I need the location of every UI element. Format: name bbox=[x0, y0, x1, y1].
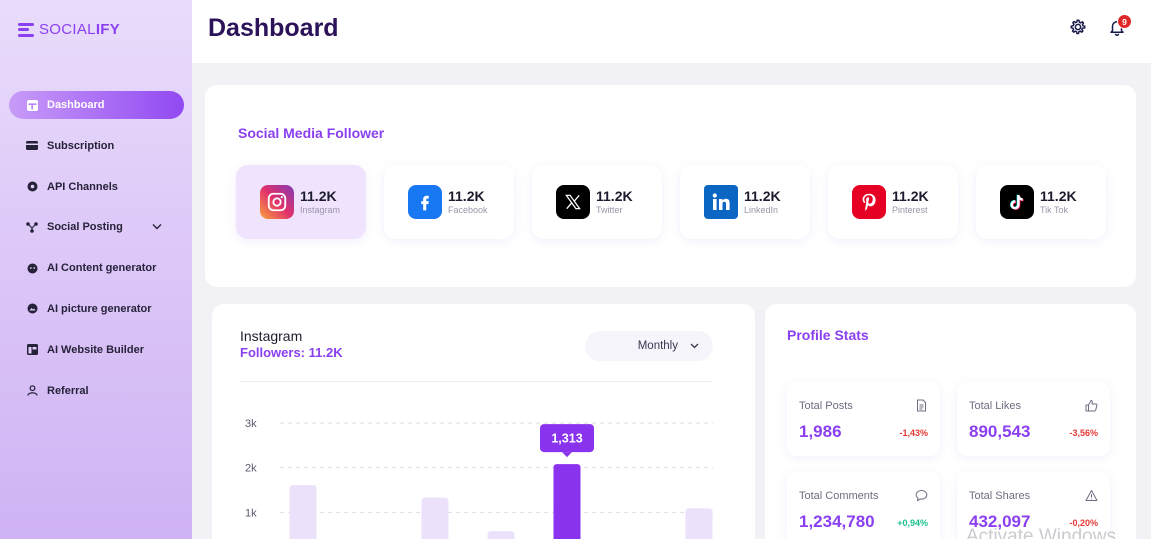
channel-icon bbox=[26, 181, 38, 193]
stat-label: Total Likes bbox=[969, 400, 1021, 412]
sidebar-item-label: AI Content generator bbox=[47, 262, 157, 275]
page-title: Dashboard bbox=[208, 14, 339, 42]
thumbs-up-icon bbox=[1085, 400, 1098, 412]
tiktok-icon bbox=[1000, 185, 1034, 219]
card-icon bbox=[26, 140, 38, 152]
instagram-icon bbox=[260, 185, 294, 219]
stat-value: 1,234,780 bbox=[799, 512, 875, 531]
stat-change: +0,94% bbox=[897, 518, 928, 528]
section-title: Profile Stats bbox=[787, 327, 869, 343]
stat-change: -1,43% bbox=[899, 428, 928, 438]
platform-tile-pinterest[interactable]: 11.2K Pinterest bbox=[828, 165, 958, 239]
platform-name: Facebook bbox=[448, 205, 488, 215]
brand-logo[interactable]: SOCIALIFY bbox=[18, 21, 120, 38]
platform-name: Instagram bbox=[300, 205, 341, 215]
chart-bar[interactable] bbox=[289, 485, 317, 539]
chart-bar[interactable] bbox=[421, 497, 449, 539]
follower-count: 11.2K bbox=[744, 188, 781, 204]
linkedin-icon bbox=[704, 185, 738, 219]
sidebar-item-label: API Channels bbox=[47, 180, 118, 193]
social-followers-card: Social Media Follower 11.2K Instagram 11.… bbox=[205, 85, 1136, 287]
logo-icon bbox=[18, 22, 34, 37]
sidebar-item-ai-website-builder[interactable]: AI Website Builder bbox=[9, 336, 184, 364]
platform-name: Pinterest bbox=[892, 205, 928, 215]
sidebar-item-subscription[interactable]: Subscription bbox=[9, 132, 184, 160]
profile-stats-card: Profile Stats Total Posts 1,986 -1,43% T… bbox=[765, 304, 1136, 539]
document-icon bbox=[917, 399, 926, 412]
sidebar-item-social-posting[interactable]: Social Posting bbox=[9, 213, 184, 241]
stat-value: 1,986 bbox=[799, 422, 842, 441]
chart-bar[interactable] bbox=[487, 531, 515, 539]
share-triangle-icon bbox=[1085, 490, 1098, 501]
y-tick-label: 3k bbox=[245, 418, 257, 430]
sidebar-item-ai-picture-generator[interactable]: AI picture generator bbox=[9, 295, 184, 323]
follower-count: 11.2K bbox=[448, 188, 485, 204]
ai-icon bbox=[26, 262, 38, 274]
brand-name: SOCIALIFY bbox=[39, 21, 121, 38]
follower-count: 11.2K bbox=[300, 188, 337, 204]
picture-icon bbox=[26, 303, 38, 315]
sidebar-item-label: AI Website Builder bbox=[47, 343, 144, 356]
gear-icon bbox=[1070, 19, 1086, 35]
sidebar-item-label: Social Posting bbox=[47, 221, 123, 234]
platform-tile-facebook[interactable]: 11.2K Facebook bbox=[384, 165, 514, 239]
sidebar-item-label: AI picture generator bbox=[47, 302, 152, 315]
stat-total-comments[interactable]: Total Comments 1,234,780 +0,94% bbox=[787, 472, 940, 539]
website-icon bbox=[26, 344, 38, 356]
x-icon bbox=[556, 185, 590, 219]
sidebar-item-ai-content-generator[interactable]: AI Content generator bbox=[9, 254, 184, 282]
follower-count: 11.2K bbox=[1040, 188, 1077, 204]
platform-tile-tiktok[interactable]: 11.2K Tik Tok bbox=[976, 165, 1106, 239]
chart-bar-highlighted[interactable] bbox=[553, 464, 581, 539]
sidebar-item-label: Referral bbox=[47, 384, 89, 397]
platform-name: Tik Tok bbox=[1040, 205, 1069, 215]
sidebar-item-referral[interactable]: Referral bbox=[9, 377, 184, 405]
chart-bar[interactable] bbox=[685, 508, 713, 539]
y-tick-label: 2k bbox=[245, 463, 257, 475]
share-icon bbox=[26, 221, 38, 233]
follower-bar-chart: 3k 2k 1k 1,313 bbox=[245, 418, 713, 539]
y-tick-label: 1k bbox=[245, 507, 257, 519]
platform-tile-twitter[interactable]: 11.2K Twitter bbox=[532, 165, 662, 239]
sidebar-item-api-channels[interactable]: API Channels bbox=[9, 173, 184, 201]
top-header: Dashboard bbox=[192, 0, 1151, 63]
stat-total-posts[interactable]: Total Posts 1,986 -1,43% bbox=[787, 382, 940, 456]
chevron-down-icon[interactable] bbox=[152, 221, 162, 233]
sidebar: SOCIALIFY Dashboard Subscription API Cha… bbox=[0, 0, 192, 539]
comment-icon bbox=[915, 489, 928, 502]
user-icon bbox=[26, 385, 38, 397]
platform-name: Twitter bbox=[596, 205, 623, 215]
stat-label: Total Posts bbox=[799, 400, 853, 412]
section-title: Social Media Follower bbox=[238, 125, 385, 141]
facebook-icon bbox=[408, 185, 442, 219]
follower-count: 11.2K bbox=[892, 188, 929, 204]
platform-tile-linkedin[interactable]: 11.2K LinkedIn bbox=[680, 165, 810, 239]
sidebar-nav: Dashboard Subscription API Channels Soci… bbox=[9, 91, 184, 417]
platform-name: LinkedIn bbox=[744, 205, 779, 215]
sidebar-item-label: Dashboard bbox=[47, 99, 105, 111]
sidebar-item-label: Subscription bbox=[47, 139, 115, 152]
platform-tiles: 11.2K Instagram 11.2K Facebook 11.2K Twitte… bbox=[236, 165, 1106, 239]
stat-label: Total Comments bbox=[799, 490, 879, 502]
os-watermark: Activate Windows bbox=[966, 526, 1116, 539]
settings-button[interactable] bbox=[1068, 17, 1088, 37]
instagram-chart-card: Instagram Followers: 11.2K Monthly 3k 2k 1… bbox=[212, 304, 755, 539]
notification-badge: 9 bbox=[1117, 14, 1132, 29]
stat-label: Total Shares bbox=[969, 490, 1031, 502]
platform-tile-instagram[interactable]: 11.2K Instagram bbox=[236, 165, 366, 239]
tooltip-value: 1,313 bbox=[551, 432, 582, 446]
follower-count: 11.2K bbox=[596, 188, 633, 204]
chart-tooltip: 1,313 bbox=[540, 424, 594, 458]
pinterest-icon bbox=[852, 185, 886, 219]
sidebar-item-dashboard[interactable]: Dashboard bbox=[9, 91, 184, 119]
dashboard-icon bbox=[26, 99, 38, 111]
stat-total-likes[interactable]: Total Likes 890,543 -3,56% bbox=[957, 382, 1110, 456]
stat-value: 890,543 bbox=[969, 422, 1031, 441]
stat-change: -3,56% bbox=[1069, 428, 1098, 438]
